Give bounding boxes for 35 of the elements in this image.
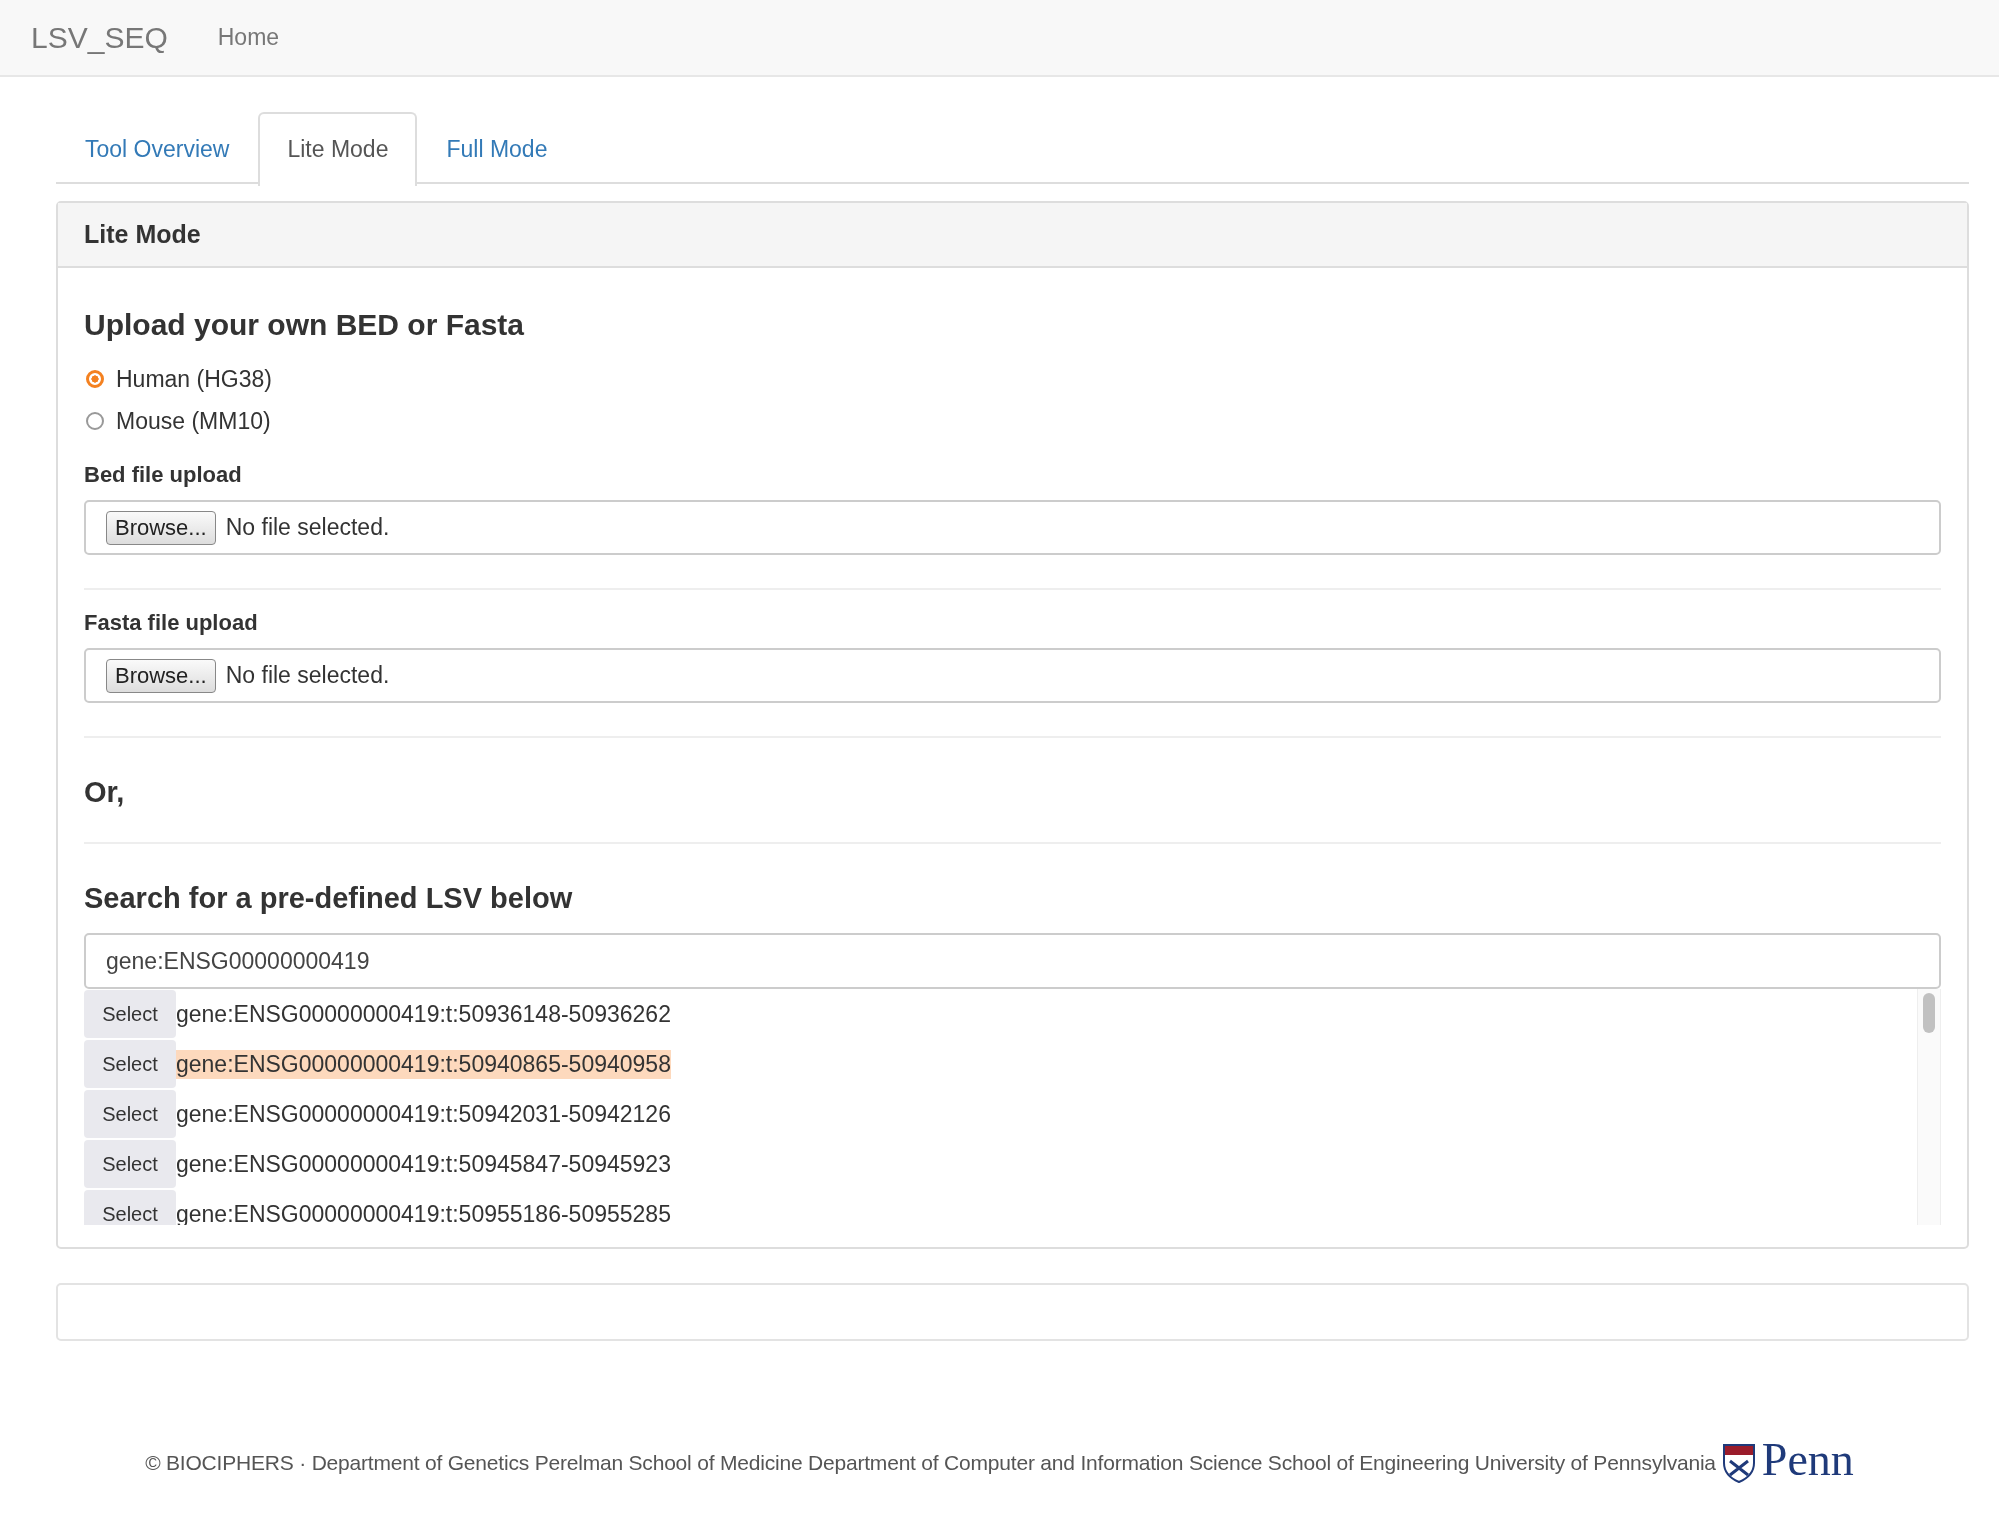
tab[interactable]: Tool Overview <box>56 112 259 184</box>
panel-title: Lite Mode <box>84 220 201 249</box>
file-input[interactable]: Browse... No file selected. <box>84 500 1941 555</box>
select-button[interactable]: Select <box>84 1140 176 1188</box>
file-input[interactable]: Browse... No file selected. <box>84 648 1941 703</box>
brand-title[interactable]: LSV_SEQ <box>31 20 168 55</box>
section-heading: Search for a pre-defined LSV below <box>84 882 574 915</box>
search-field[interactable]: gene:ENSG00000000419 <box>84 933 1941 989</box>
shield-icon <box>1721 1443 1756 1483</box>
field-label: Fasta file upload <box>84 610 259 636</box>
nav-link[interactable]: Home <box>217 24 280 51</box>
result-item[interactable]: gene:ENSG00000000419:t:50940865-50940958 <box>176 1049 671 1079</box>
result-item[interactable]: gene:ENSG00000000419:t:50936148-50936262 <box>176 999 671 1029</box>
select-button[interactable]: Select <box>84 1040 176 1088</box>
logo-text: Penn <box>1761 1437 1854 1483</box>
browse-button[interactable]: Browse... <box>106 510 216 545</box>
file-status: No file selected. <box>225 514 390 541</box>
scrollbar[interactable] <box>1917 989 1941 1225</box>
tab[interactable]: Lite Mode <box>258 112 418 186</box>
result-item[interactable]: gene:ENSG00000000419:t:50945847-50945923 <box>176 1149 671 1179</box>
select-button[interactable]: Select <box>84 990 176 1038</box>
tab[interactable]: Full Mode <box>417 112 577 184</box>
result-item[interactable]: gene:ENSG00000000419:t:50942031-50942126 <box>176 1099 671 1129</box>
radio-button[interactable] <box>86 412 104 430</box>
footer-text: © BIOCIPHERS · Department of Genetics Perelman School of Medicine Department of Computer and Information Science School of Engineering University of Pennsylvania <box>145 1451 1716 1475</box>
radio-button[interactable] <box>86 370 104 388</box>
section-heading: Upload your own BED or Fasta <box>84 308 526 342</box>
radio-label: Human (HG38) <box>116 365 272 393</box>
radio-label: Mouse (MM10) <box>116 407 271 435</box>
select-button[interactable]: Select <box>84 1190 176 1225</box>
file-status: No file selected. <box>225 662 390 689</box>
select-button[interactable]: Select <box>84 1090 176 1138</box>
or-heading: Or, <box>84 776 126 809</box>
browse-button[interactable]: Browse... <box>106 658 216 693</box>
field-label: Bed file upload <box>84 462 243 488</box>
